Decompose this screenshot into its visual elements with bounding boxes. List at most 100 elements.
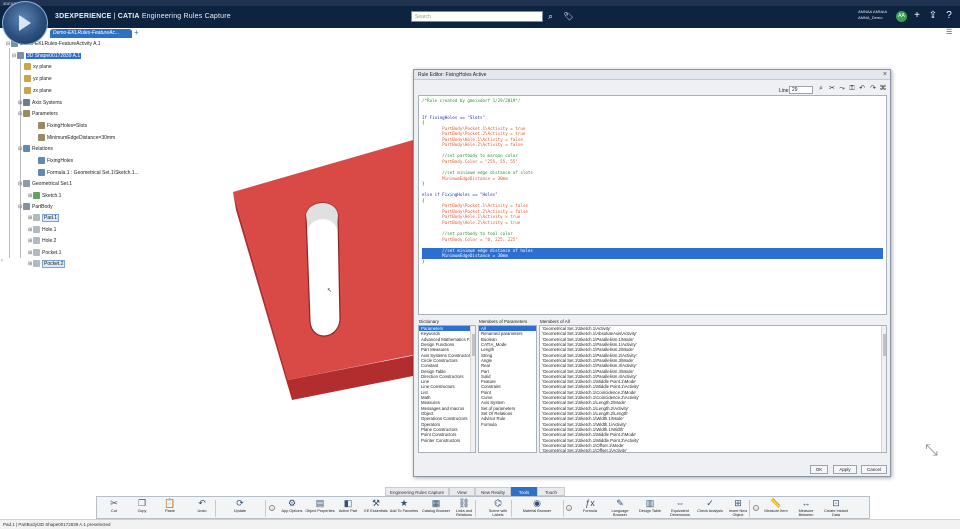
update-button[interactable]: ⟳ Update bbox=[225, 498, 255, 519]
tree-node-axis-systems[interactable]: ⊞ Axis Systems bbox=[18, 99, 62, 107]
list-item[interactable]: 'Geometrical Set.1\Sketch.1\Offset.1\Act… bbox=[540, 448, 886, 452]
undo-icon[interactable]: ↶ bbox=[857, 84, 867, 94]
apply-button[interactable]: Apply bbox=[833, 465, 857, 474]
tree-node-sketch[interactable]: ⊞ Sketch.1 bbox=[28, 192, 61, 200]
tab-engineering-rules-capture[interactable]: Engineering Rules Capture bbox=[385, 487, 449, 496]
tab-new-reality[interactable]: New Reality bbox=[475, 487, 511, 496]
tree-node-relations[interactable]: ⊟ Relations bbox=[18, 145, 53, 153]
expand-section-icon[interactable]: › bbox=[753, 505, 759, 511]
action-label: Copy bbox=[137, 509, 147, 513]
code-editor[interactable]: /*Rule created by gmeixdorf 1/29/2019*/I… bbox=[418, 95, 887, 315]
measure-between-button[interactable]: ↔ Measure Between bbox=[791, 498, 821, 519]
measure-item-button[interactable]: 📏 Measure Item bbox=[761, 498, 791, 519]
line-number-field[interactable]: 29 bbox=[789, 86, 813, 94]
design-table-button[interactable]: ▥ Design Table bbox=[635, 498, 665, 519]
3d-model-part[interactable]: ↖ bbox=[228, 110, 428, 410]
expand-section-icon[interactable]: › bbox=[269, 505, 275, 511]
tree-node-hole-2[interactable]: ⊞ Hole.2 bbox=[28, 237, 56, 245]
copy-button[interactable]: ❐ Copy bbox=[127, 498, 157, 519]
action-label: Catalog Browser bbox=[421, 509, 451, 513]
members-params-list[interactable]: All Renamed parameters Boolean CATIA_Mode Le… bbox=[478, 325, 537, 453]
object-properties-icon: ▤ bbox=[315, 498, 325, 508]
user-name[interactable]: AMNAA AMNAA AMNA_Demo bbox=[858, 9, 887, 21]
tree-node-rule-fixingholes[interactable]: FixingHoles bbox=[38, 157, 73, 165]
add-to-favorites-button[interactable]: ★ Add To Favorites bbox=[389, 498, 419, 519]
list-item[interactable]: Pointer Constructors bbox=[419, 438, 475, 443]
action-label: Formula bbox=[583, 509, 597, 513]
robot-compass-icon[interactable]: ⤡ bbox=[925, 442, 947, 464]
tree-node-part[interactable]: ⊟ 3D Shape00172839 A.1 bbox=[12, 52, 82, 60]
tree-node-formula[interactable]: Formula.1 : Geometrical Set.1\Sketch.1..… bbox=[38, 169, 139, 177]
search-input[interactable]: Search bbox=[411, 11, 543, 22]
panel-toggle-icon[interactable]: ☰ bbox=[946, 28, 952, 36]
object-properties-button[interactable]: ▤ Object Properties bbox=[305, 498, 335, 519]
equivalent-dimensions-button[interactable]: ⇔ Equivalent Dimensions bbox=[665, 498, 695, 519]
dictionary-scrollbar[interactable] bbox=[470, 326, 475, 452]
cancel-button[interactable]: Cancel bbox=[861, 465, 887, 474]
check-analysis-button[interactable]: ✓ Check Analysis bbox=[695, 498, 725, 519]
tree-node-yz-plane[interactable]: yz plane bbox=[24, 75, 52, 83]
brand-name: 3DEXPERIENCE bbox=[55, 13, 112, 20]
close-icon[interactable]: × bbox=[883, 71, 887, 78]
tab-document[interactable]: Demo-EKLRules-FeatureAc... bbox=[50, 29, 132, 38]
expand-section-icon[interactable]: › bbox=[566, 505, 572, 511]
action-label: Active Part bbox=[338, 509, 358, 513]
search-icon[interactable]: ⌕ bbox=[545, 11, 556, 22]
undo-button[interactable]: ↶ Undo bbox=[187, 498, 217, 519]
add-tab-icon[interactable]: + bbox=[134, 28, 139, 37]
list-item[interactable]: Formula bbox=[479, 422, 536, 427]
tab-tools[interactable]: Tools bbox=[511, 487, 537, 496]
tab-view[interactable]: View bbox=[449, 487, 475, 496]
tree-node-xy-plane[interactable]: xy plane bbox=[24, 63, 52, 71]
equivalent-dimensions-icon: ⇔ bbox=[675, 498, 685, 508]
create-instant-data-button[interactable]: ⊡ Create Instant Data bbox=[821, 498, 851, 519]
tree-node-geometrical-set[interactable]: ⊟ Geometrical Set.1 bbox=[18, 180, 72, 188]
check-analysis-icon: ✓ bbox=[706, 498, 714, 508]
help-icon[interactable]: ? bbox=[943, 10, 955, 22]
redo-icon[interactable]: ↷ bbox=[868, 84, 878, 94]
comment-icon[interactable]: ⌘ bbox=[878, 84, 888, 94]
tree-node-parameters[interactable]: ⊟ Parameters bbox=[18, 110, 58, 118]
members-all-scrollbar[interactable] bbox=[881, 326, 886, 452]
tree-node-param-fixingholes[interactable]: FixingHoles=Slots bbox=[38, 122, 87, 130]
dictionary-scroll-thumb[interactable] bbox=[472, 334, 475, 356]
dictionary-list[interactable]: Parameters Keywords Advanced Mathematics F… bbox=[418, 325, 476, 453]
language-browser-button[interactable]: ✎ Language Browser bbox=[605, 498, 635, 519]
tree-node-pocket-2[interactable]: ⊞ Pocket.2 bbox=[28, 260, 66, 268]
tree-node-pocket-1[interactable]: ⊞ Pocket.1 bbox=[28, 249, 61, 257]
tree-node-hole-1[interactable]: ⊞ Hole.1 bbox=[28, 226, 56, 234]
paste-button[interactable]: 📋 Paste bbox=[155, 498, 185, 519]
avatar[interactable]: AA bbox=[896, 11, 907, 22]
action-label: Measure Item bbox=[764, 509, 788, 513]
members-all-list[interactable]: 'Geometrical Set.1\Sketch.1\Activity' 'Ge… bbox=[539, 325, 887, 453]
scissors-button[interactable]: ✂ Cut bbox=[99, 498, 129, 519]
share-icon[interactable]: ⇪ bbox=[927, 10, 939, 22]
ee-essentials-button[interactable]: ⚒ EE Essentials bbox=[361, 498, 391, 519]
format-icon[interactable]: ⤳ bbox=[837, 84, 847, 94]
collapse-left-icon[interactable]: ‹ bbox=[1, 258, 3, 264]
parameter-icon bbox=[38, 134, 45, 142]
add-to-favorites-icon: ★ bbox=[399, 498, 409, 508]
plus-icon[interactable]: + bbox=[911, 10, 923, 22]
ok-button[interactable]: OK bbox=[810, 465, 828, 474]
list-item[interactable]: Operations Constructors bbox=[419, 416, 475, 421]
active-part-button[interactable]: ◧ Active Part bbox=[333, 498, 363, 519]
compass-icon[interactable] bbox=[2, 1, 48, 45]
scene-labels-button[interactable]: ⌬ Scene with Labels bbox=[483, 498, 513, 519]
catalog-browser-button[interactable]: ▦ Catalog Browser bbox=[421, 498, 451, 519]
formula-button[interactable]: ƒx Formula bbox=[575, 498, 605, 519]
app-options-button[interactable]: ⚙ App Options bbox=[277, 498, 307, 519]
find-icon[interactable]: ⌕ bbox=[816, 84, 826, 94]
tree-node-pad[interactable]: ⊞ Pad.1 bbox=[28, 214, 60, 222]
tree-node-zx-plane[interactable]: zx plane bbox=[24, 87, 52, 95]
key-icon[interactable]: ⚿ bbox=[847, 84, 857, 94]
status-bar: Pad.1 | PartBody\3D Shape00172839 A.1 pr… bbox=[0, 519, 960, 529]
tree-node-param-minedge[interactable]: MinimumEdgeDistance=30mm bbox=[38, 134, 115, 142]
members-all-scroll-thumb[interactable] bbox=[883, 334, 886, 356]
tag-icon[interactable]: 🏷 bbox=[563, 11, 574, 22]
cut-icon[interactable]: ✂ bbox=[827, 84, 837, 94]
tab-touch[interactable]: Touch bbox=[537, 487, 565, 496]
material-browser-button[interactable]: ◉ Material Browser bbox=[522, 498, 552, 519]
tree-node-partbody[interactable]: ⊟ PartBody bbox=[18, 203, 53, 211]
toolbar-separator bbox=[511, 500, 512, 517]
